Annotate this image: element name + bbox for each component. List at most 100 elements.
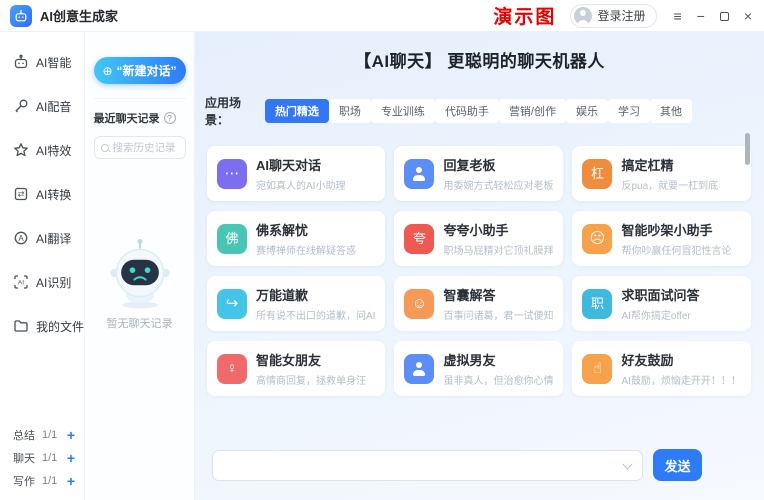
card-reply-boss[interactable]: 回复老板 用委婉方式轻松应对老板	[394, 146, 563, 201]
card-subtitle: 用委婉方式轻松应对老板	[443, 177, 553, 192]
card-subtitle: 帮你吵赢任何冒犯性言论	[621, 242, 731, 257]
menu-icon[interactable]: ≡	[673, 9, 681, 23]
boy-face-icon	[404, 354, 434, 384]
search-icon	[101, 144, 109, 152]
send-button[interactable]: 发送	[653, 449, 702, 481]
chat-bubble-icon: ⋯	[217, 159, 247, 189]
counter-summary: 总结 1/1 +	[13, 423, 75, 446]
add-writing-button[interactable]: +	[67, 474, 75, 488]
maximize-icon[interactable]	[720, 9, 729, 23]
help-icon[interactable]: ?	[164, 112, 176, 124]
sidebar-item-my-files[interactable]: 我的文件	[0, 304, 84, 348]
counter-count: 1/1	[42, 452, 57, 464]
sidebar-item-label: AI转换	[36, 186, 71, 203]
tab-code-assistant[interactable]: 代码助手	[435, 99, 499, 123]
login-register-label: 登录注册	[597, 7, 645, 24]
sad-robot-icon	[107, 237, 173, 309]
new-chat-label: “新建对话”	[117, 62, 177, 79]
history-search-box	[94, 136, 186, 159]
login-register-button[interactable]: 登录注册	[570, 4, 657, 28]
card-title: AI聊天对话	[256, 155, 345, 174]
titlebar: AI创意生成家 演示图 登录注册 ≡ − ×	[0, 0, 764, 32]
card-title: 搞定杠精	[621, 155, 718, 174]
history-title: 最近聊天记录	[94, 110, 160, 126]
convert-icon: ⇄	[13, 186, 29, 202]
plus-circle-icon: ⊕	[102, 64, 112, 78]
sidebar-item-label: AI配音	[36, 98, 71, 115]
card-think-tank[interactable]: ☺ 智囊解答 百事问诸葛，君一试便知	[394, 276, 563, 331]
card-universal-apology[interactable]: ↪ 万能道歉 所有说不出口的道歉，问AI	[207, 276, 385, 331]
card-subtitle: 反pua，就要一杠到底	[621, 177, 718, 192]
close-icon[interactable]: ×	[744, 9, 752, 23]
counter-count: 1/1	[42, 475, 57, 487]
curved-arrow-icon: ↪	[217, 289, 247, 319]
card-ai-chat[interactable]: ⋯ AI聊天对话 宛如真人的AI小助理	[207, 146, 385, 201]
maximize-box-glyph	[720, 12, 729, 21]
tab-hot-picks[interactable]: 热门精选	[265, 99, 329, 123]
thumbs-up-icon: ☝	[582, 354, 612, 384]
card-title: 智能女朋友	[256, 350, 366, 369]
tab-pro-training[interactable]: 专业训练	[371, 99, 435, 123]
sidebar-item-label: AI智能	[36, 54, 71, 71]
card-title: 好友鼓励	[621, 350, 740, 369]
svg-text:AI: AI	[18, 279, 24, 286]
folder-icon	[13, 318, 29, 334]
card-subtitle: AI帮你搞定offer	[621, 307, 699, 322]
sidebar-item-label: AI翻译	[36, 230, 71, 247]
card-virtual-boyfriend[interactable]: 虚拟男友 虽非真人，但治愈你心情	[394, 341, 563, 396]
sidebar-item-label: AI识别	[36, 274, 71, 291]
new-chat-button[interactable]: ⊕ “新建对话”	[94, 57, 186, 84]
scene-label: 应用场景：	[205, 94, 265, 128]
card-handle-troll[interactable]: 杠 搞定杠精 反pua，就要一杠到底	[572, 146, 750, 201]
card-buddhist-relief[interactable]: 佛 佛系解忧 赛博禅师在线解疑答惑	[207, 211, 385, 266]
sidebar-item-ai-convert[interactable]: ⇄ AI转换	[0, 172, 84, 216]
sidebar-item-ai-translate[interactable]: A AI翻译	[0, 216, 84, 260]
card-ai-girlfriend[interactable]: ♀ 智能女朋友 高情商回复，拯救单身汪	[207, 341, 385, 396]
card-subtitle: 百事问诸葛，君一试便知	[443, 307, 553, 322]
add-chat-button[interactable]: +	[67, 451, 75, 465]
robot-logo-icon	[14, 9, 28, 23]
card-title: 虚拟男友	[443, 350, 553, 369]
message-input-wrap	[212, 450, 643, 481]
app-title: AI创意生成家	[40, 6, 118, 25]
sidebar-item-ai-recognition[interactable]: AI AI识别	[0, 260, 84, 304]
card-title: 智囊解答	[443, 285, 553, 304]
owl-icon: ☺	[404, 289, 434, 319]
tab-marketing-creation[interactable]: 营销/创作	[499, 99, 566, 123]
counter-chat: 聊天 1/1 +	[13, 446, 75, 469]
tab-study[interactable]: 学习	[608, 99, 650, 123]
counter-label: 写作	[13, 473, 35, 489]
app-logo	[10, 5, 32, 27]
gang-char-icon: 杠	[582, 159, 612, 189]
scenario-card-grid: ⋯ AI聊天对话 宛如真人的AI小助理 回复老板 用委婉方式轻松应对老板 杠 搞…	[207, 146, 718, 396]
card-job-interview[interactable]: 职 求职面试问答 AI帮你搞定offer	[572, 276, 750, 331]
card-subtitle: 赛博禅师在线解疑答惑	[256, 242, 356, 257]
card-title: 夸夸小助手	[443, 220, 553, 239]
sidebar-item-ai-effects[interactable]: AI特效	[0, 128, 84, 172]
add-summary-button[interactable]: +	[67, 428, 75, 442]
scene-tabs: 应用场景： 热门精选 职场 专业训练 代码助手 营销/创作 娱乐 学习 其他	[205, 94, 692, 128]
message-input[interactable]	[212, 450, 643, 481]
sidebar-item-label: 我的文件	[36, 318, 84, 335]
scrollbar-thumb[interactable]	[745, 133, 750, 165]
window-controls: ≡ − ×	[673, 9, 752, 23]
sidebar-spacer	[0, 348, 84, 423]
tab-entertainment[interactable]: 娱乐	[566, 99, 608, 123]
tab-other[interactable]: 其他	[650, 99, 692, 123]
card-praise-helper[interactable]: 夸 夸夸小助手 职场马屁精对它顶礼膜拜	[394, 211, 563, 266]
tab-workplace[interactable]: 职场	[329, 99, 371, 123]
sidebar-item-ai-smart[interactable]: AI智能	[0, 40, 84, 84]
card-friend-encourage[interactable]: ☝ 好友鼓励 AI鼓励，烦恼走开开！！！	[572, 341, 750, 396]
history-header: 最近聊天记录 ?	[94, 110, 186, 126]
avatar-icon	[574, 7, 592, 25]
card-argue-helper[interactable]: ☹ 智能吵架小助手 帮你吵赢任何冒犯性言论	[572, 211, 750, 266]
counter-label: 聊天	[13, 450, 35, 466]
counter-writing: 写作 1/1 +	[13, 469, 75, 492]
panel-divider	[94, 98, 186, 99]
minimize-icon[interactable]: −	[697, 9, 705, 23]
praying-hands-icon: 佛	[217, 224, 247, 254]
page-title: 【AI聊天】 更聪明的聊天机器人	[195, 47, 764, 72]
sidebar-item-ai-dubbing[interactable]: AI配音	[0, 84, 84, 128]
history-search-input[interactable]	[113, 142, 179, 154]
microphone-icon	[13, 98, 29, 114]
